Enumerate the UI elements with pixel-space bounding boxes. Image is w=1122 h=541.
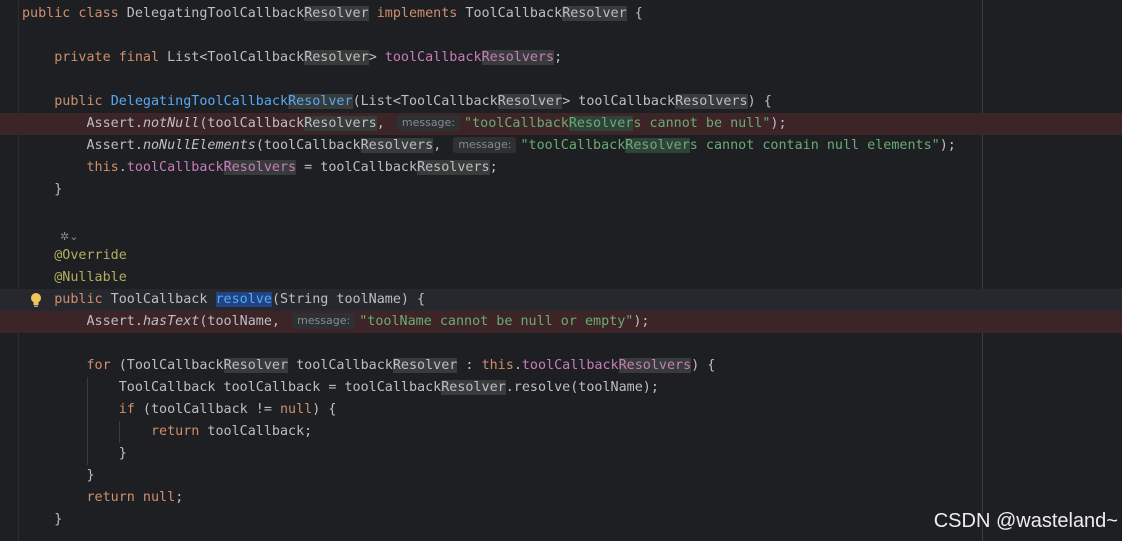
code-text: } — [22, 182, 63, 197]
code-line[interactable]: } — [0, 179, 1122, 201]
code-line[interactable]: public ToolCallback resolve(String toolN… — [0, 289, 1122, 311]
code-line[interactable]: return null; — [0, 487, 1122, 509]
code-line[interactable]: ToolCallback toolCallback = toolCallback… — [0, 377, 1122, 399]
code-text: Assert.noNullElements(toolCallbackResolv… — [22, 137, 956, 153]
code-text: private final List<ToolCallbackResolver>… — [54, 50, 563, 65]
code-line[interactable]: this.toolCallbackResolvers = toolCallbac… — [0, 157, 1122, 179]
code-line[interactable] — [0, 69, 1122, 91]
code-text: ToolCallback toolCallback = toolCallback… — [22, 380, 659, 395]
code-text: } — [22, 512, 63, 527]
code-text: } — [22, 468, 95, 483]
code-text: public ToolCallback resolve(String toolN… — [54, 292, 426, 307]
code-text: @Nullable — [54, 270, 127, 285]
code-line[interactable]: ✲⌄ — [0, 223, 1122, 245]
code-line[interactable]: Assert.hasText(toolName, message: "toolNa… — [0, 311, 1122, 333]
watermark: CSDN @wasteland~ — [933, 510, 1118, 532]
code-text: if (toolCallback != null) { — [118, 402, 337, 417]
code-line[interactable]: } — [0, 443, 1122, 465]
code-text: Assert.hasText(toolName, message: "toolNa… — [22, 313, 650, 329]
code-text: return toolCallback; — [151, 424, 313, 439]
code-line[interactable]: Assert.notNull(toolCallbackResolvers, me… — [0, 113, 1122, 135]
code-line[interactable]: public DelegatingToolCallbackResolver(Li… — [0, 91, 1122, 113]
code-line[interactable]: return toolCallback; — [0, 421, 1122, 443]
code-line[interactable] — [0, 201, 1122, 223]
code-line[interactable]: if (toolCallback != null) { — [0, 399, 1122, 421]
code-text: this.toolCallbackResolvers = toolCallbac… — [86, 160, 498, 175]
code-line[interactable] — [0, 25, 1122, 47]
code-text: public class DelegatingToolCallbackResol… — [22, 6, 643, 21]
code-line[interactable]: private final List<ToolCallbackResolver>… — [0, 47, 1122, 69]
code-text: @Override — [54, 248, 127, 263]
lightbulb-icon[interactable] — [29, 291, 43, 309]
code-text: public DelegatingToolCallbackResolver(Li… — [54, 94, 772, 109]
code-line[interactable]: @Override — [0, 245, 1122, 267]
code-line[interactable]: } — [0, 465, 1122, 487]
code-line[interactable]: public class DelegatingToolCallbackResol… — [0, 3, 1122, 25]
code-line[interactable]: Assert.noNullElements(toolCallbackResolv… — [0, 135, 1122, 157]
code-text: } — [22, 446, 127, 461]
code-text: for (ToolCallbackResolver toolCallbackRe… — [86, 358, 716, 373]
code-text: return null; — [86, 490, 184, 505]
code-line[interactable] — [0, 333, 1122, 355]
code-line[interactable]: for (ToolCallbackResolver toolCallbackRe… — [0, 355, 1122, 377]
code-editor[interactable]: public class DelegatingToolCallbackResol… — [0, 3, 1122, 531]
code-text: Assert.notNull(toolCallbackResolvers, me… — [22, 115, 787, 131]
code-line[interactable]: @Nullable — [0, 267, 1122, 289]
